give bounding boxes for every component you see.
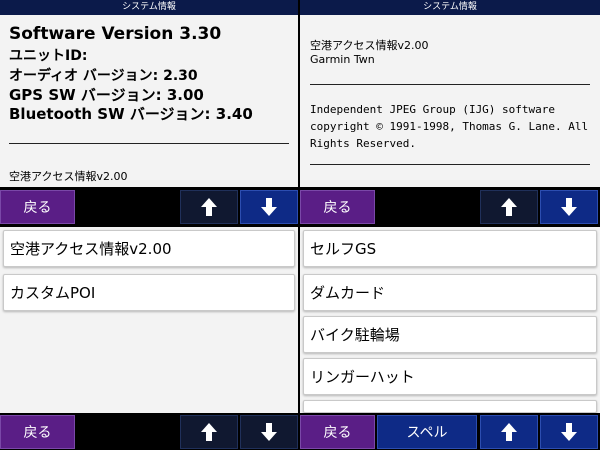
left-back-button[interactable]: 戻る: [0, 190, 75, 224]
right-nav-bar: 戻る: [300, 187, 600, 227]
left-nav-bar: 戻る: [0, 187, 298, 227]
right-back-button[interactable]: 戻る: [300, 190, 375, 224]
jpeg-line-2: copyright © 1991-1998, Thomas G. Lane. A…: [310, 120, 589, 133]
left-divider: [9, 143, 289, 144]
list-item-label: リンガーハット: [310, 368, 415, 386]
jpeg-line-3: Rights Reserved.: [310, 137, 416, 150]
arrow-up-icon: [501, 423, 517, 441]
right-bottom-nav-bar: 戻る スペル: [300, 413, 600, 450]
left-down-button[interactable]: [240, 190, 298, 224]
list-item-label: バイク駐輪場: [310, 326, 400, 344]
left-info-panel: Software Version 3.30 ユニットID: オーディオ バージョ…: [0, 15, 298, 187]
audio-version: オーディオ バージョン: 2.30: [9, 68, 198, 84]
right-back-label: 戻る: [323, 200, 352, 216]
right-divider-2: [310, 164, 590, 165]
software-version: Software Version 3.30: [9, 24, 222, 44]
list-item-self-gs[interactable]: セルフGS: [303, 230, 597, 267]
left-back-label: 戻る: [23, 200, 52, 216]
right-bottom-back-label: 戻る: [323, 425, 352, 441]
arrow-up-icon: [201, 423, 217, 441]
right-divider-1: [310, 84, 590, 85]
list-item-label: 空港アクセス情報v2.00: [10, 240, 172, 258]
right-title: システム情報: [423, 2, 477, 12]
left-bottom-back-button[interactable]: 戻る: [0, 415, 75, 449]
garmin-label: Garmin Twn: [310, 53, 375, 66]
left-title-bar: システム情報: [0, 0, 298, 15]
list-item-dam-card[interactable]: ダムカード: [303, 274, 597, 311]
arrow-up-icon: [501, 198, 517, 216]
list-item-label: セルフGS: [310, 240, 377, 258]
arrow-down-icon: [261, 198, 277, 216]
bluetooth-version: Bluetooth SW バージョン: 3.40: [9, 105, 253, 123]
left-bottom-up-button[interactable]: [180, 415, 238, 449]
list-item-ringer-hut[interactable]: リンガーハット: [303, 358, 597, 395]
left-title: システム情報: [122, 2, 176, 12]
jpeg-line-1: Independent JPEG Group (IJG) software: [310, 103, 556, 116]
right-down-button[interactable]: [540, 190, 598, 224]
list-item-bike-parking[interactable]: バイク駐輪場: [303, 316, 597, 353]
right-bottom-down-button[interactable]: [540, 415, 598, 449]
left-up-button[interactable]: [180, 190, 238, 224]
right-title-bar: システム情報: [300, 0, 600, 15]
left-bottom-back-label: 戻る: [23, 425, 52, 441]
right-bottom-up-button[interactable]: [480, 415, 538, 449]
right-bottom-back-button[interactable]: 戻る: [300, 415, 375, 449]
list-item-partial[interactable]: [303, 400, 597, 413]
unit-id: ユニットID:: [9, 48, 88, 64]
arrow-up-icon: [201, 198, 217, 216]
right-list-panel: セルフGS ダムカード バイク駐輪場 リンガーハット: [300, 227, 600, 413]
spell-button[interactable]: スペル: [377, 415, 477, 449]
list-item-airport-access[interactable]: 空港アクセス情報v2.00: [3, 230, 295, 267]
list-item-label: ダムカード: [310, 284, 386, 302]
gps-version: GPS SW バージョン: 3.00: [9, 86, 204, 104]
arrow-down-icon: [261, 423, 277, 441]
right-info-panel: 空港アクセス情報v2.00 Garmin Twn Independent JPE…: [300, 15, 600, 187]
left-list-panel: 空港アクセス情報v2.00 カスタムPOI: [0, 227, 298, 413]
left-bottom-nav-bar: 戻る: [0, 413, 298, 450]
right-up-button[interactable]: [480, 190, 538, 224]
left-bottom-down-button[interactable]: [240, 415, 298, 449]
list-item-custom-poi[interactable]: カスタムPOI: [3, 274, 295, 311]
spell-label: スペル: [406, 425, 448, 441]
arrow-down-icon: [561, 423, 577, 441]
arrow-down-icon: [561, 198, 577, 216]
right-airport-info: 空港アクセス情報v2.00: [310, 39, 429, 52]
left-footer: 空港アクセス情報v2.00: [9, 170, 128, 183]
list-item-label: カスタムPOI: [10, 284, 96, 302]
